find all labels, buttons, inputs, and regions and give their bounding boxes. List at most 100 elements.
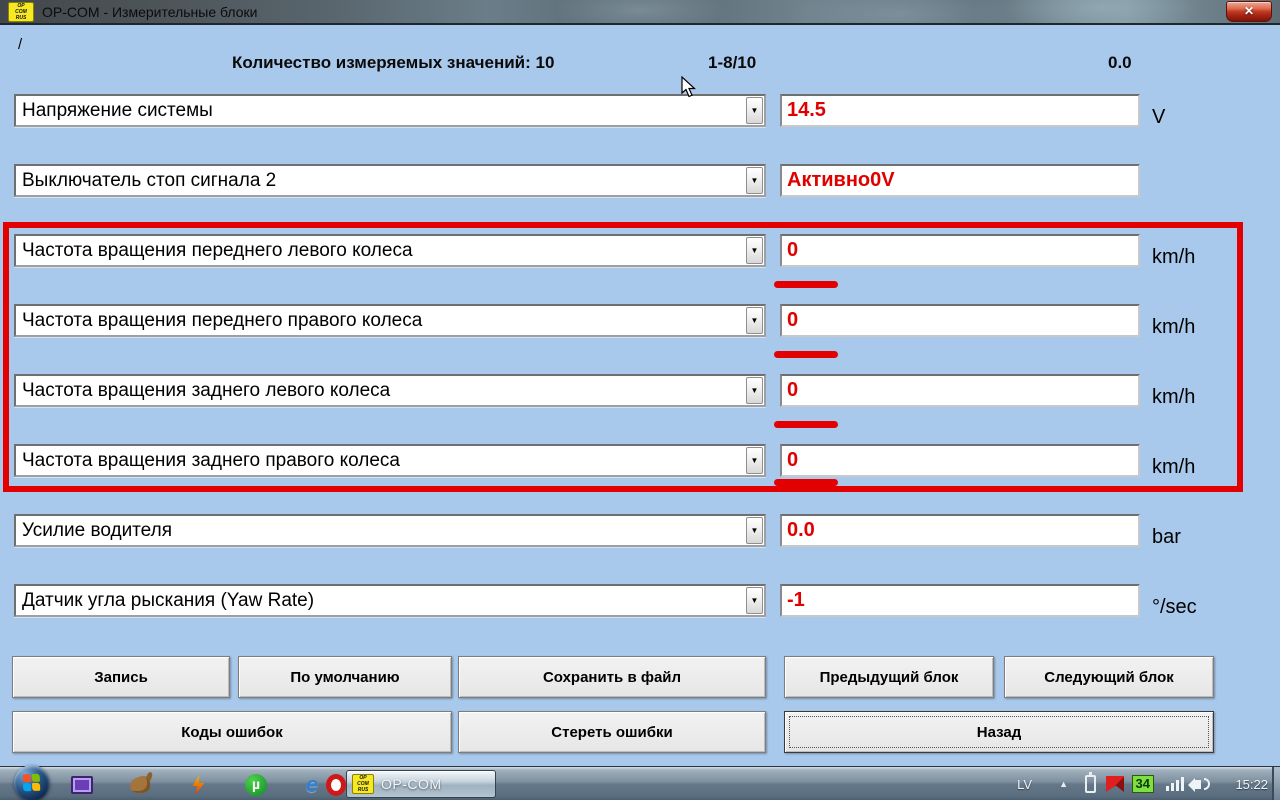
- value-field[interactable]: 14.5: [780, 94, 1140, 127]
- close-button[interactable]: ✕: [1226, 1, 1272, 22]
- button-label: Назад: [977, 724, 1021, 741]
- value-text: -1: [787, 589, 805, 612]
- flag-blue: [23, 783, 31, 791]
- back-button[interactable]: Назад: [784, 711, 1214, 753]
- dropdown-button[interactable]: ▼: [746, 97, 763, 124]
- battery-glyph: [1085, 775, 1096, 793]
- flashget-icon[interactable]: [186, 773, 210, 797]
- dropdown-button[interactable]: ▼: [746, 517, 763, 544]
- block-range-label: 1-8/10: [708, 53, 756, 73]
- param-select[interactable]: Датчик угла рыскания (Yaw Rate) ▼: [14, 584, 766, 617]
- monitor-glyph: [71, 776, 93, 794]
- value-field[interactable]: 0: [780, 444, 1140, 477]
- antivirus-icon[interactable]: [1106, 767, 1124, 800]
- param-select-value: Частота вращения переднего левого колеса: [22, 240, 413, 262]
- value-field[interactable]: 0: [780, 304, 1140, 337]
- unit-label: km/h: [1152, 386, 1195, 409]
- value-field[interactable]: -1: [780, 584, 1140, 617]
- param-select[interactable]: Напряжение системы ▼: [14, 94, 766, 127]
- system-tray: LV ▲ 34 15:22: [1008, 767, 1268, 800]
- value-text: 0: [787, 449, 798, 472]
- show-desktop-button[interactable]: [1272, 767, 1280, 800]
- measurement-row: Частота вращения заднего левого колеса ▼…: [0, 374, 1280, 408]
- dropdown-button[interactable]: ▼: [746, 447, 763, 474]
- show-hidden-icons-button[interactable]: ▲: [1059, 767, 1068, 800]
- antivirus-glyph: [1106, 776, 1124, 792]
- measurement-row: Датчик угла рыскания (Yaw Rate) ▼ -1 °/s…: [0, 584, 1280, 618]
- emule-icon[interactable]: [128, 773, 152, 797]
- chevron-down-icon: ▼: [751, 177, 759, 185]
- opera-icon[interactable]: [324, 773, 348, 797]
- donkey-glyph: [130, 777, 150, 793]
- dropdown-button[interactable]: ▼: [746, 587, 763, 614]
- unit-label: bar: [1152, 526, 1181, 549]
- utorrent-glyph: µ: [245, 774, 267, 796]
- clear-errors-button[interactable]: Стереть ошибки: [458, 711, 766, 753]
- header-extra-value: 0.0: [1108, 53, 1132, 73]
- button-label: Стереть ошибки: [551, 724, 672, 741]
- chevron-down-icon: ▼: [751, 317, 759, 325]
- value-field[interactable]: 0: [780, 374, 1140, 407]
- chevron-down-icon: ▼: [751, 107, 759, 115]
- clock[interactable]: 15:22: [1235, 767, 1268, 800]
- param-select[interactable]: Усилие водителя ▼: [14, 514, 766, 547]
- measurement-row: Частота вращения переднего левого колеса…: [0, 234, 1280, 268]
- dropdown-button[interactable]: ▼: [746, 307, 763, 334]
- speaker-wave-glyph: [1204, 778, 1210, 790]
- network-signal-icon[interactable]: [1166, 767, 1184, 800]
- utorrent-icon[interactable]: µ: [244, 773, 268, 797]
- measurement-row: Напряжение системы ▼ 14.5 V: [0, 94, 1280, 128]
- record-button[interactable]: Запись: [12, 656, 230, 698]
- button-label: Сохранить в файл: [543, 669, 681, 686]
- defaults-button[interactable]: По умолчанию: [238, 656, 452, 698]
- param-select[interactable]: Частота вращения заднего левого колеса ▼: [14, 374, 766, 407]
- previous-block-button[interactable]: Предыдущий блок: [784, 656, 994, 698]
- value-field[interactable]: 0.0: [780, 514, 1140, 547]
- internet-explorer-icon[interactable]: e: [300, 773, 324, 797]
- language-indicator[interactable]: LV: [1017, 767, 1032, 800]
- measurement-row: Частота вращения переднего правого колес…: [0, 304, 1280, 338]
- signal-bars-glyph: [1166, 777, 1184, 791]
- volume-icon[interactable]: [1194, 767, 1210, 800]
- dropdown-button[interactable]: ▼: [746, 377, 763, 404]
- value-field[interactable]: Активно0V: [780, 164, 1140, 197]
- chevron-down-icon: ▼: [751, 597, 759, 605]
- button-label: Запись: [94, 669, 148, 686]
- dropdown-button[interactable]: ▼: [746, 237, 763, 264]
- param-select[interactable]: Частота вращения заднего правого колеса …: [14, 444, 766, 477]
- red-underline-annotation: [774, 351, 838, 358]
- opcom-taskbar-button[interactable]: OP COM RUS OP-COM: [346, 770, 496, 798]
- value-text: 14.5: [787, 99, 826, 122]
- value-text: 0: [787, 239, 798, 262]
- param-select-value: Частота вращения заднего правого колеса: [22, 450, 400, 472]
- red-underline-annotation: [774, 281, 838, 288]
- save-to-file-button[interactable]: Сохранить в файл: [458, 656, 766, 698]
- start-button[interactable]: [14, 765, 50, 800]
- error-codes-button[interactable]: Коды ошибок: [12, 711, 452, 753]
- taskbar: µ e OP COM RUS OP-COM LV ▲ 34 15:22: [0, 766, 1280, 800]
- param-select[interactable]: Выключатель стоп сигнала 2 ▼: [14, 164, 766, 197]
- taskbar-button-label: OP-COM: [381, 776, 442, 792]
- remote-desktop-icon[interactable]: [70, 773, 94, 797]
- flag-yellow: [32, 783, 40, 791]
- measurement-row: Усилие водителя ▼ 0.0 bar: [0, 514, 1280, 548]
- value-text: 0: [787, 309, 798, 332]
- param-select[interactable]: Частота вращения переднего правого колес…: [14, 304, 766, 337]
- param-select[interactable]: Частота вращения переднего левого колеса…: [14, 234, 766, 267]
- battery-percent-badge[interactable]: 34: [1132, 767, 1154, 800]
- lightning-glyph: [191, 775, 205, 795]
- app-logo-icon: OP COM RUS: [8, 2, 34, 22]
- next-block-button[interactable]: Следующий блок: [1004, 656, 1214, 698]
- chevron-down-icon: ▼: [751, 387, 759, 395]
- battery-icon[interactable]: [1085, 767, 1096, 800]
- value-field[interactable]: 0: [780, 234, 1140, 267]
- param-select-value: Усилие водителя: [22, 520, 172, 542]
- dropdown-button[interactable]: ▼: [746, 167, 763, 194]
- app-logo-icon: OP COM RUS: [352, 774, 374, 794]
- close-icon: ✕: [1244, 4, 1254, 18]
- flag-red: [23, 774, 31, 782]
- chevron-down-icon: ▼: [751, 247, 759, 255]
- logo-line: RUS: [358, 787, 369, 793]
- unit-label: km/h: [1152, 456, 1195, 479]
- badge-value: 34: [1132, 775, 1154, 793]
